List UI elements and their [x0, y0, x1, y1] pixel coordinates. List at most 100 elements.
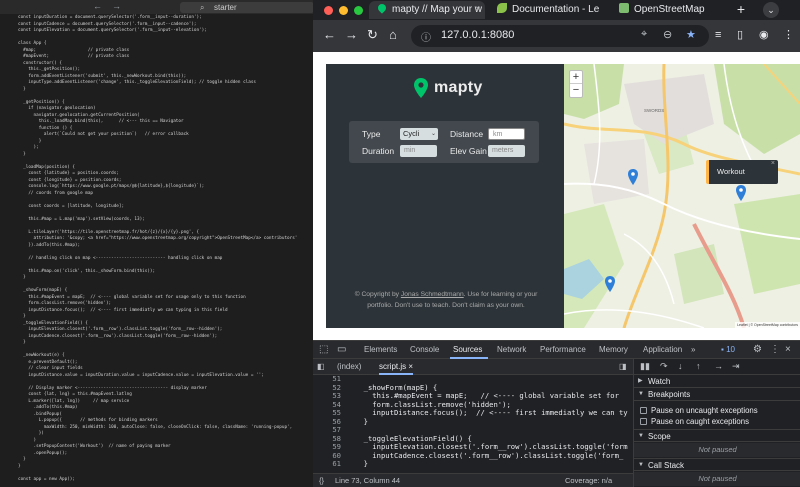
step-icon[interactable]: → — [714, 361, 723, 371]
type-select[interactable]: Cycli ⌄ — [400, 128, 438, 140]
source-line[interactable]: 61 } — [313, 459, 633, 469]
code-text: inputCadence.closest('.form__row').class… — [355, 450, 624, 460]
tab-application[interactable]: Application — [643, 345, 682, 354]
code-lines[interactable]: const inputType = document.querySelector… — [0, 2, 313, 483]
tab-label: OpenStreetMap — [634, 4, 705, 15]
settings-gear-icon[interactable]: ⚙ — [753, 344, 762, 355]
playlist-icon[interactable]: ≡ — [715, 28, 721, 42]
pause-caught-checkbox[interactable]: Pause on caught exceptions — [640, 417, 749, 426]
map-attribution[interactable]: Leaflet | © OpenStreetMap contributors — [735, 322, 800, 328]
deactivate-breakpoints-icon[interactable]: ⇥ — [732, 361, 740, 372]
source-file-tabs: ◧ (index) script.js × ◨ — [313, 359, 633, 375]
source-line[interactable]: 56 } — [313, 416, 633, 427]
pause-uncaught-label: Pause on uncaught exceptions — [651, 406, 758, 415]
code-text: } — [355, 459, 368, 468]
zoom-window-button[interactable] — [354, 6, 363, 15]
pause-uncaught-checkbox[interactable]: Pause on uncaught exceptions — [640, 406, 758, 415]
pause-icon[interactable]: ▮▮ — [640, 361, 650, 372]
step-over-icon[interactable]: ↷ — [660, 361, 668, 372]
minimize-window-button[interactable] — [339, 6, 348, 15]
code-text: const app = new App(); — [18, 476, 75, 482]
browser-window: mapty // Map your w × Documentation - Le… — [313, 0, 800, 340]
map-tiles[interactable] — [564, 64, 800, 328]
profile-icon[interactable]: ◉ — [759, 28, 769, 42]
code-line[interactable]: const app = new App(); — [0, 477, 313, 484]
map[interactable]: SWORDS + − Workout × Leaflet | © OpenStr… — [564, 64, 800, 328]
more-tabs-button[interactable]: » — [691, 345, 695, 354]
checkbox[interactable] — [640, 418, 647, 425]
file-tab-label: script.js — [379, 362, 407, 371]
tab-memory[interactable]: Memory — [599, 345, 628, 354]
author-link[interactable]: Jonas Schmedtmann — [401, 291, 464, 298]
menu-icon[interactable]: ⋮ — [783, 28, 794, 42]
tab-strip: mapty // Map your w × Documentation - Le… — [313, 0, 800, 20]
command-search[interactable]: ⌕ starter — [180, 2, 314, 13]
breakpoints-pane-header[interactable]: ▼ Breakpoints — [634, 388, 800, 401]
tab-performance[interactable]: Performance — [540, 345, 586, 354]
devtools-tabs: ⬚ ▭ Elements Console Sources Network Per… — [313, 341, 800, 359]
osm-favicon-icon — [619, 3, 629, 13]
close-devtools-icon[interactable]: × — [785, 344, 791, 355]
step-into-icon[interactable]: ↓ — [678, 361, 683, 371]
browser-tab-openstreetmap[interactable]: OpenStreetMap — [611, 1, 729, 19]
reload-icon[interactable]: ↻ — [367, 28, 378, 42]
device-toolbar-icon[interactable]: ▭ — [337, 344, 346, 355]
workout-popup[interactable]: Workout × — [706, 160, 778, 184]
tab-console[interactable]: Console — [410, 345, 439, 354]
url-text: 127.0.0.1:8080 — [441, 29, 515, 41]
map-marker-icon[interactable] — [736, 185, 746, 201]
popup-text: Workout — [717, 167, 745, 176]
map-marker-icon[interactable] — [605, 276, 615, 292]
bookmark-star-icon[interactable]: ★ — [686, 28, 696, 41]
tab-search-icon[interactable]: ⌄ — [763, 2, 779, 18]
site-info-icon[interactable]: ⓘ — [421, 29, 431, 44]
address-bar[interactable]: ⓘ 127.0.0.1:8080 ⌖ ⊖ ★ — [411, 25, 709, 47]
checkbox[interactable] — [640, 407, 647, 414]
close-tab-icon[interactable]: × — [475, 1, 481, 19]
debugger-sidebar: ▮▮ ↷ ↓ ↑ → ⇥ ▶ Watch ▼ Breakpoints Pause o… — [633, 359, 800, 487]
tab-sources[interactable]: Sources — [453, 345, 482, 354]
inspect-element-icon[interactable]: ⬚ — [319, 344, 328, 355]
duration-input[interactable]: min — [400, 145, 437, 157]
popup-close-icon[interactable]: × — [771, 160, 775, 167]
map-marker-icon[interactable] — [628, 169, 638, 185]
scope-pane-header[interactable]: ▼ Scope — [634, 429, 800, 442]
code-text: inputDistance.focus(); // <---- first im… — [355, 408, 628, 417]
editor-titlebar: ←→ ⌕ starter — [0, 0, 314, 14]
pretty-print-icon[interactable]: {} — [319, 476, 324, 485]
location-icon[interactable]: ⌖ — [641, 28, 647, 41]
new-tab-button[interactable]: + — [733, 2, 749, 18]
back-icon[interactable]: ← — [323, 28, 336, 42]
cursor-position: Line 73, Column 44 — [335, 476, 401, 485]
page-content: mapty Type Cycli ⌄ Distance km Duration … — [313, 52, 800, 340]
code-editor[interactable]: const inputType = document.querySelector… — [0, 0, 313, 486]
forward-icon[interactable]: → — [345, 28, 358, 42]
elev-gain-input[interactable]: meters — [488, 145, 525, 157]
zoom-icon[interactable]: ⊖ — [663, 28, 672, 41]
call-stack-pane-header[interactable]: ▼ Call Stack — [634, 458, 800, 471]
file-tab-index[interactable]: (index) — [337, 362, 361, 371]
zoom-in-button[interactable]: + — [570, 71, 582, 84]
side-panel-icon[interactable]: ▯ — [737, 28, 743, 42]
tab-elements[interactable]: Elements — [364, 345, 397, 354]
code-text: } — [355, 416, 368, 426]
watch-pane-header[interactable]: ▶ Watch — [634, 375, 800, 388]
toggle-debugger-icon[interactable]: ◨ — [619, 362, 627, 371]
distance-input[interactable]: km — [488, 128, 525, 140]
source-code-view[interactable]: 51 52 _showForm(mapE) {53 this.#mapEvent … — [313, 375, 633, 473]
nav-arrows[interactable]: ←→ — [93, 1, 131, 11]
close-window-button[interactable] — [324, 6, 333, 15]
issues-badge[interactable]: ▪ 10 — [721, 345, 735, 354]
tab-network[interactable]: Network — [497, 345, 526, 354]
zoom-out-button[interactable]: − — [570, 84, 582, 97]
more-options-icon[interactable]: ⋮ — [770, 344, 780, 355]
home-icon[interactable]: ⌂ — [389, 28, 397, 42]
file-tab-script[interactable]: script.js × — [379, 362, 414, 375]
logo: mapty — [414, 78, 483, 98]
app-sidebar: mapty Type Cycli ⌄ Distance km Duration … — [326, 64, 564, 328]
line-number[interactable]: 61 — [319, 459, 341, 469]
browser-tab-documentation[interactable]: Documentation - Le — [489, 1, 609, 19]
browser-tab-mapty[interactable]: mapty // Map your w × — [369, 1, 485, 19]
toggle-navigator-icon[interactable]: ◧ — [317, 362, 325, 371]
step-out-icon[interactable]: ↑ — [696, 361, 701, 371]
